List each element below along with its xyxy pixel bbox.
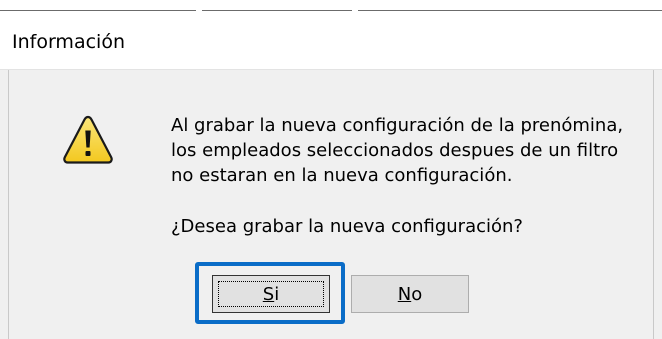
yes-button[interactable]: Si [212,275,330,313]
message-line: los empleados seleccionados despues de u… [171,140,619,161]
dialog-left-border [8,70,9,339]
message-line: no estaran en la nueva configuración. [171,165,513,186]
no-button-label: No [398,284,422,305]
background-divider [202,10,352,11]
background-window-sliver [0,0,662,14]
information-dialog: Información Al grabar la nueva configura… [0,0,662,339]
message-text: Al grabar la nueva configuración de la p… [171,113,651,188]
title-bar[interactable]: Información [0,14,662,70]
question-text: ¿Desea grabar la nueva configuración? [171,216,523,237]
background-divider [0,10,196,11]
no-label-rest: o [411,283,423,305]
window-title: Información [12,31,125,53]
message-line: Al grabar la nueva configuración de la p… [171,115,624,136]
yes-button-label: Si [263,284,279,305]
background-divider [358,10,662,11]
yes-label-rest: i [274,283,280,305]
warning-icon [63,115,113,164]
dialog-right-border [653,70,654,339]
no-button[interactable]: No [351,275,469,313]
yes-mnemonic: S [262,283,275,305]
no-mnemonic: N [397,283,412,305]
